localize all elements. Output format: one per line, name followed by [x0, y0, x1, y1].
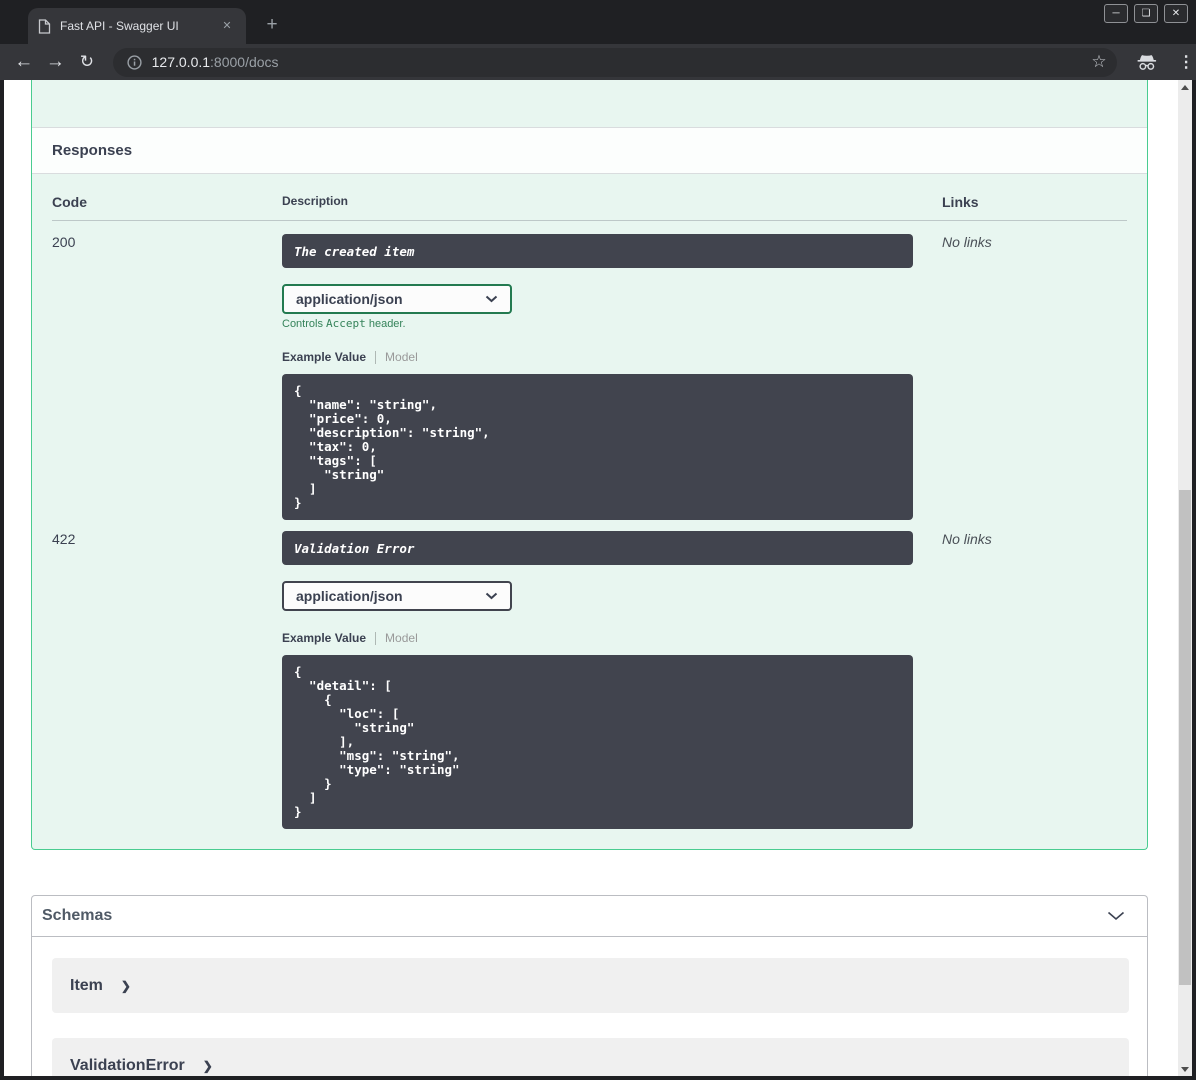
example-json-code: { "detail": [ { "loc": [ "string" ], "ms… — [294, 664, 460, 819]
new-tab-button[interactable]: + — [260, 14, 284, 38]
response-code: 200 — [52, 234, 76, 250]
column-header-description: Description — [282, 194, 349, 208]
schema-name: Item — [70, 976, 103, 994]
response-description-box: The created item — [282, 234, 913, 268]
url-host: 127.0.0.1 — [151, 54, 211, 70]
response-row-200: 200 The created item application/json Co… — [52, 221, 1127, 520]
chevron-down-icon — [485, 592, 498, 600]
column-header-links: Links — [942, 194, 979, 210]
url-text[interactable]: 127.0.0.1:8000/docs — [152, 54, 1084, 70]
chevron-right-icon[interactable]: ❯ — [203, 1059, 213, 1073]
operation-block: Responses Code Description Links 200 The… — [31, 80, 1148, 850]
chevron-down-icon — [485, 295, 498, 303]
tab-model[interactable]: Model — [385, 350, 418, 364]
note-suffix: header. — [365, 318, 406, 330]
responses-table-header: Code Description Links — [52, 194, 1127, 221]
tab-divider — [375, 350, 377, 364]
example-model-tabs: Example Value Model — [282, 350, 942, 364]
browser-window: Fast API - Swagger UI ✕ + ─ ❏ ✕ ← → ↻ 12… — [0, 0, 1196, 1080]
reload-button[interactable]: ↻ — [71, 52, 103, 72]
site-info-icon[interactable] — [127, 54, 142, 70]
note-prefix: Controls — [282, 318, 327, 330]
tab-example-value[interactable]: Example Value — [282, 631, 366, 645]
scrollbar-thumb[interactable] — [1179, 490, 1191, 985]
response-description-column: Validation Error application/json Exampl… — [282, 531, 942, 829]
responses-table: Code Description Links 200 The created i… — [32, 174, 1147, 849]
media-type-select[interactable]: application/json — [282, 581, 512, 611]
schemas-title: Schemas — [42, 907, 113, 924]
schemas-section: Schemas Item ❯ ValidationError ❯ — [31, 895, 1148, 1076]
chevron-down-icon[interactable] — [1107, 911, 1125, 921]
schema-name: ValidationError — [70, 1056, 185, 1074]
scroll-down-arrow-icon[interactable] — [1178, 1062, 1192, 1076]
schema-validationerror-row[interactable]: ValidationError ❯ — [52, 1038, 1129, 1076]
opblock-spacer — [32, 80, 1147, 127]
response-description-box: Validation Error — [282, 531, 913, 565]
bookmark-star-icon[interactable]: ☆ — [1091, 52, 1106, 72]
scroll-up-arrow-icon[interactable] — [1178, 80, 1192, 94]
media-type-value: application/json — [296, 291, 403, 307]
response-links: No links — [942, 531, 992, 547]
minimize-button[interactable]: ─ — [1104, 4, 1128, 23]
page-content: Responses Code Description Links 200 The… — [4, 80, 1192, 1076]
media-type-value: application/json — [296, 588, 403, 604]
url-path: :8000/docs — [210, 54, 279, 70]
response-row-422: 422 Validation Error application/json Ex… — [52, 520, 1127, 829]
responses-section-header: Responses — [32, 127, 1147, 174]
example-json-block: { "name": "string", "price": 0, "descrip… — [282, 374, 913, 520]
column-header-code: Code — [52, 194, 87, 210]
tab-strip: Fast API - Swagger UI ✕ + ─ ❏ ✕ — [0, 0, 1196, 44]
schema-item-row[interactable]: Item ❯ — [52, 958, 1129, 1013]
forward-button[interactable]: → — [40, 51, 72, 73]
media-type-select[interactable]: application/json — [282, 284, 512, 314]
vertical-scrollbar[interactable] — [1178, 80, 1192, 1076]
maximize-button[interactable]: ❏ — [1134, 4, 1158, 23]
window-controls: ─ ❏ ✕ — [1104, 4, 1188, 23]
schemas-header[interactable]: Schemas — [32, 896, 1147, 937]
tab-close-icon[interactable]: ✕ — [218, 17, 236, 35]
tab-divider — [375, 631, 377, 645]
response-description-text: The created item — [294, 243, 415, 259]
response-links: No links — [942, 234, 992, 250]
example-json-block: { "detail": [ { "loc": [ "string" ], "ms… — [282, 655, 913, 829]
response-code: 422 — [52, 531, 76, 547]
schemas-body: Item ❯ ValidationError ❯ — [32, 937, 1147, 1076]
example-model-tabs: Example Value Model — [282, 631, 942, 645]
note-code: Accept — [326, 317, 366, 330]
tab-title: Fast API - Swagger UI — [60, 19, 179, 33]
incognito-icon — [1137, 55, 1156, 70]
responses-title: Responses — [52, 142, 133, 159]
example-json-code: { "name": "string", "price": 0, "descrip… — [294, 383, 490, 510]
tab-example-value[interactable]: Example Value — [282, 350, 366, 364]
browser-tab[interactable]: Fast API - Swagger UI ✕ — [28, 8, 246, 44]
page-favicon-icon — [38, 18, 51, 34]
browser-toolbar: ← → ↻ 127.0.0.1:8000/docs ☆ ⋮ — [0, 44, 1196, 80]
close-window-button[interactable]: ✕ — [1164, 4, 1188, 23]
response-description-column: The created item application/json Contro… — [282, 234, 942, 520]
tab-model[interactable]: Model — [385, 631, 418, 645]
browser-menu-icon[interactable]: ⋮ — [1176, 52, 1196, 72]
controls-accept-note: Controls Accept header. — [282, 317, 942, 330]
address-bar[interactable]: 127.0.0.1:8000/docs ☆ — [112, 47, 1117, 77]
chevron-right-icon[interactable]: ❯ — [121, 979, 131, 993]
response-description-text: Validation Error — [294, 540, 415, 556]
back-button[interactable]: ← — [8, 51, 40, 73]
